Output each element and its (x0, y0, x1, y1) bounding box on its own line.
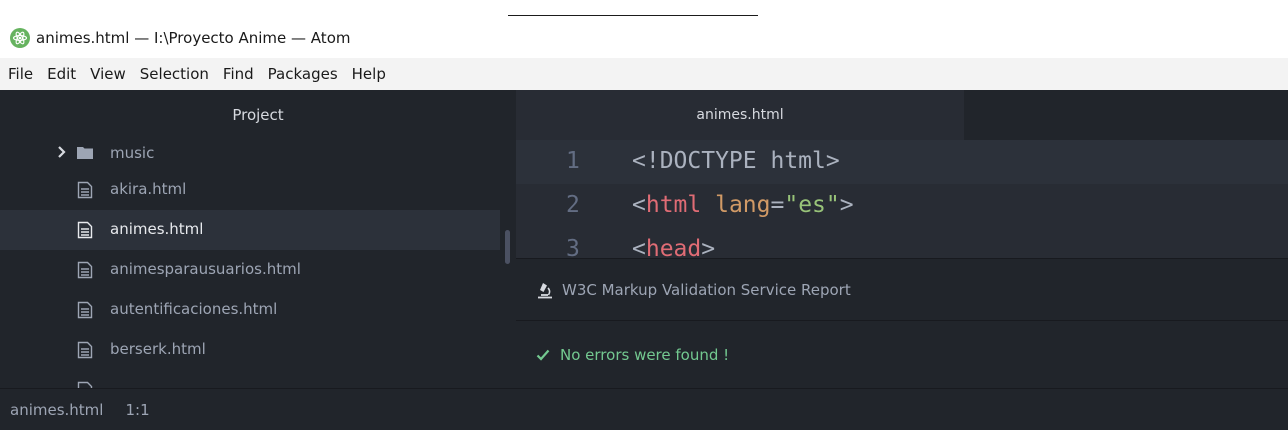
tree-item-label: music (110, 144, 155, 162)
validation-message-text: No errors were found ! (560, 346, 730, 364)
code-token: < (632, 236, 646, 258)
tree-item-animesparausuarios[interactable]: animesparausuarios.html (0, 250, 516, 290)
chevron-right-icon[interactable] (55, 145, 69, 159)
check-icon (536, 349, 550, 361)
line-code: <!DOCTYPE html> (632, 148, 840, 174)
tree-item-label: animes.html (110, 220, 204, 238)
code-token: = (770, 192, 785, 218)
editor-pane: animes.html 1 <!DOCTYPE html> 2 <html la… (516, 90, 1288, 258)
code-token: "es" (784, 192, 840, 218)
file-text-icon (77, 221, 93, 239)
code-token: < (632, 192, 646, 218)
menu-help[interactable]: Help (346, 65, 392, 83)
file-text-icon (77, 181, 93, 199)
line-number: 2 (566, 192, 580, 218)
tab-animes-html[interactable]: animes.html (516, 90, 964, 140)
tree-item-label: animesparausuarios.html (110, 260, 301, 278)
menu-selection[interactable]: Selection (134, 65, 215, 83)
window-title: animes.html — I:\Proyecto Anime — Atom (36, 29, 351, 47)
file-text-icon (77, 261, 93, 279)
file-text-icon (77, 301, 93, 319)
tree-list: music akira.html animes.html animesparau… (0, 138, 516, 388)
code-token: > (701, 236, 716, 258)
code-token: > (839, 192, 854, 218)
tree-header[interactable]: Project (0, 90, 516, 140)
line-number: 3 (566, 236, 580, 258)
status-file-name[interactable]: animes.html (10, 401, 103, 419)
code-token: <!DOCTYPE html> (632, 148, 840, 174)
tree-item-partial[interactable] (0, 370, 516, 388)
line-code: <html lang="es"> (632, 192, 854, 218)
status-cursor-position[interactable]: 1:1 (125, 401, 149, 419)
decorative-underline (508, 15, 758, 16)
atom-icon (10, 28, 30, 48)
file-text-icon (77, 381, 93, 388)
menu-packages[interactable]: Packages (262, 65, 344, 83)
code-token: lang (715, 192, 771, 218)
tree-item-music[interactable]: music (0, 138, 516, 170)
file-text-icon (77, 341, 93, 359)
menu-file[interactable]: File (2, 65, 39, 83)
menu-bar: File Edit View Selection Find Packages H… (0, 58, 1288, 90)
panel-title: W3C Markup Validation Service Report (562, 280, 851, 299)
code-line-1[interactable]: 1 <!DOCTYPE html> (516, 140, 1288, 184)
code-area[interactable]: 1 <!DOCTYPE html> 2 <html lang="es"> 3 <… (516, 140, 1288, 258)
tab-bar: animes.html (516, 90, 1288, 140)
title-bar: animes.html — I:\Proyecto Anime — Atom (0, 18, 1288, 58)
menu-view[interactable]: View (84, 65, 132, 83)
microscope-icon (538, 282, 552, 298)
menu-edit[interactable]: Edit (41, 65, 82, 83)
w3c-validation-panel: W3C Markup Validation Service Report No … (516, 258, 1288, 388)
panel-header[interactable]: W3C Markup Validation Service Report (516, 259, 1288, 321)
code-line-3[interactable]: 3 <head> (516, 228, 1288, 258)
tree-item-autentificaciones[interactable]: autentificaciones.html (0, 290, 516, 330)
top-strip (0, 0, 1288, 18)
status-bar: animes.html 1:1 (0, 388, 1288, 430)
tree-item-berserk[interactable]: berserk.html (0, 330, 516, 370)
validation-message: No errors were found ! (516, 321, 1288, 389)
line-code: <head> (632, 236, 715, 258)
project-tree-panel: Project music akira.html animes.html ani… (0, 90, 516, 388)
tree-item-akira[interactable]: akira.html (0, 170, 516, 210)
code-token: html (645, 192, 702, 218)
code-line-2[interactable]: 2 <html lang="es"> (516, 184, 1288, 228)
tree-item-label: akira.html (110, 180, 187, 198)
tree-item-animes[interactable]: animes.html (0, 210, 500, 250)
code-token: head (645, 236, 702, 258)
tree-item-label: autentificaciones.html (110, 300, 278, 318)
menu-find[interactable]: Find (217, 65, 260, 83)
tree-item-label: berserk.html (110, 340, 206, 358)
folder-icon (77, 147, 93, 159)
tree-scrollbar-thumb[interactable] (505, 230, 510, 264)
line-number: 1 (566, 148, 580, 174)
